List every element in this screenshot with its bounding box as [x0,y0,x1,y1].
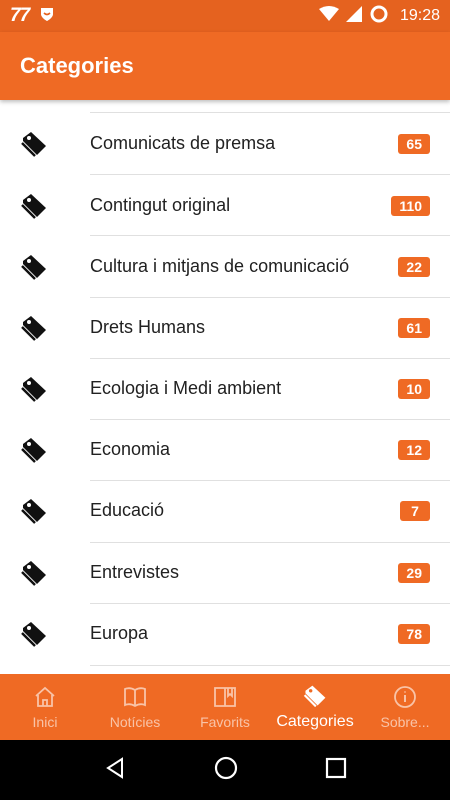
category-label: Comunicats de premsa [90,133,276,153]
category-list[interactable]: Comunicats de premsa 65 Contingut origin… [0,100,450,674]
nav-label: Sobre... [380,714,430,730]
nav-label: Notícies [109,714,161,730]
shield-app-icon [39,6,55,27]
page-title: Categories [20,53,134,78]
wifi-icon [318,5,339,27]
info-icon [392,684,418,710]
recents-icon[interactable] [325,757,347,784]
count-badge: 61 [398,317,430,338]
tag-icon [18,618,50,650]
back-icon[interactable] [103,756,127,785]
tag-icon [302,683,328,709]
nav-item-noticies[interactable]: Notícies [90,674,180,740]
nav-item-categories[interactable]: Categories [270,674,360,740]
list-divider [90,665,450,666]
category-label: Ecologia i Medi ambient [90,378,282,398]
tag-icon [18,190,50,222]
count-badge: 10 [398,378,430,399]
category-label: Contingut original [90,195,231,215]
tag-icon [18,251,50,283]
category-label: Economia [90,439,171,459]
signal-icon [345,5,362,27]
count-badge: 65 [398,133,430,154]
tag-icon [18,495,50,527]
category-label: Educació [90,500,165,520]
category-label: Europa [90,623,149,643]
notification-number: 77 [10,5,30,26]
count-badge: 22 [398,256,430,277]
status-bar: 77 19:28 [0,0,450,32]
nav-item-favorits[interactable]: Favorits [180,674,270,740]
list-item[interactable]: Drets Humans 61 [0,297,450,358]
count-badge: 7 [400,500,430,521]
system-navigation-bar [0,740,450,800]
bottom-navigation: Inici Notícies Favorits Categories Sobre… [0,674,450,740]
battery-ring-icon [369,4,389,29]
list-item[interactable]: Economia 12 [0,419,450,480]
count-badge: 78 [398,623,430,644]
tag-icon [18,434,50,466]
nav-item-inici[interactable]: Inici [0,674,90,740]
list-divider [90,174,450,175]
category-label: Cultura i mitjans de comunicació [90,256,350,276]
list-item[interactable]: Ecologia i Medi ambient 10 [0,358,450,419]
list-item[interactable]: Cultura i mitjans de comunicació 22 [0,236,450,297]
list-item[interactable]: Europa 78 [0,603,450,664]
tag-icon [18,557,50,589]
home-circle-icon[interactable] [213,755,239,786]
list-item[interactable]: Entrevistes 29 [0,542,450,603]
tag-icon [18,312,50,344]
home-icon [32,684,58,710]
category-label: Drets Humans [90,317,206,337]
tag-icon [18,128,50,160]
app-bar: Categories [0,32,450,100]
count-badge: 29 [398,562,430,583]
count-badge: 110 [391,195,430,216]
list-item[interactable]: Educació 7 [0,480,450,541]
status-time: 19:28 [399,7,440,24]
bookmark-book-icon [212,684,238,710]
book-icon [122,684,148,710]
count-badge: 12 [398,439,430,460]
nav-label: Favorits [200,714,250,730]
category-label: Entrevistes [90,562,180,582]
tag-icon [18,373,50,405]
list-item[interactable]: Contingut original 110 [0,175,450,236]
nav-label: Categories [276,713,354,730]
nav-label: Inici [32,714,58,730]
nav-item-sobre[interactable]: Sobre... [360,674,450,740]
list-item[interactable]: Comunicats de premsa 65 [0,113,450,174]
